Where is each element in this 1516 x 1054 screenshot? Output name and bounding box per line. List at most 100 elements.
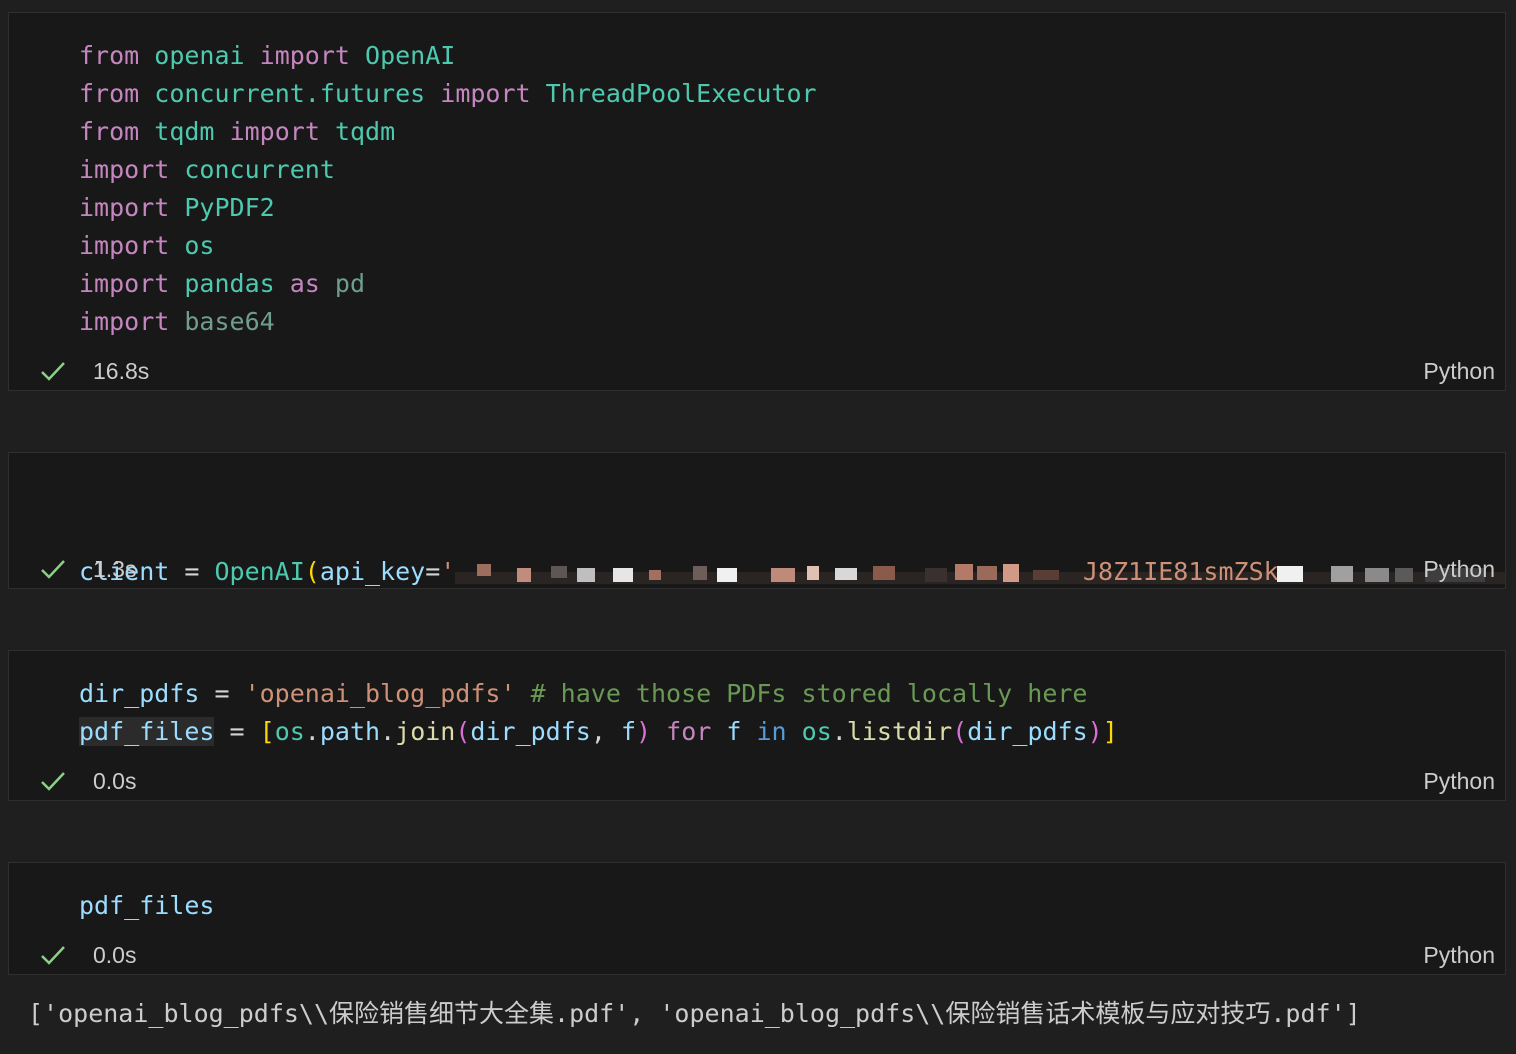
code-line: pdf_files	[79, 887, 1505, 925]
code-token: PyPDF2	[184, 193, 275, 222]
cell-1-language[interactable]: Python	[1423, 356, 1495, 386]
code-token: os	[274, 717, 305, 746]
code-token: .	[831, 717, 847, 746]
cell-1-code[interactable]: from openai import OpenAI from concurrent…	[79, 37, 1505, 341]
code-token: import	[229, 117, 320, 146]
check-icon	[41, 362, 65, 381]
cell-1-status: 16.8s	[39, 356, 149, 386]
code-token: dir_pdfs	[967, 717, 1088, 746]
code-token: os	[184, 231, 215, 260]
code-token: # have those PDFs stored locally here	[530, 679, 1088, 708]
code-line: from concurrent.futures import ThreadPoo…	[79, 75, 1505, 113]
code-token: f	[726, 717, 742, 746]
code-token: api_key	[319, 557, 426, 586]
code-token: )	[1087, 717, 1103, 746]
code-line: from openai import OpenAI	[79, 37, 1505, 75]
code-token: for	[666, 717, 712, 746]
code-token: from	[79, 41, 140, 70]
code-token: join	[395, 717, 456, 746]
cell-3-language[interactable]: Python	[1423, 766, 1495, 796]
code-token: pd	[334, 269, 366, 298]
cell-2-code[interactable]: client = OpenAI(api_key=' J8Z1IE81smZSk	[79, 477, 1505, 667]
code-token: dir_pdfs	[79, 679, 200, 708]
check-icon	[41, 560, 65, 579]
code-token: path	[319, 717, 381, 746]
code-token: (	[304, 557, 320, 586]
code-line: import concurrent	[79, 151, 1505, 189]
code-token: import	[79, 231, 170, 260]
code-line: import os	[79, 227, 1505, 265]
code-line: from tqdm import tqdm	[79, 113, 1505, 151]
code-token: f	[620, 717, 637, 746]
code-cell-3[interactable]: dir_pdfs = 'openai_blog_pdfs' # have tho…	[8, 650, 1506, 801]
code-token: )	[636, 717, 652, 746]
cell-4-code[interactable]: pdf_files	[79, 887, 1505, 925]
code-token: =	[425, 557, 441, 586]
code-cell-1[interactable]: from openai import OpenAI from concurrent…	[8, 12, 1506, 391]
code-token: (	[455, 717, 471, 746]
code-token: OpenAI	[214, 557, 305, 586]
code-token: as	[289, 269, 320, 298]
cell-3-execution-time: 0.0s	[93, 767, 137, 794]
code-token: pandas	[184, 269, 275, 298]
code-token: concurrent.futures	[154, 79, 426, 108]
code-token: ThreadPoolExecutor	[545, 79, 817, 108]
code-token: import	[79, 193, 170, 222]
code-cell-4[interactable]: pdf_files 0.0s Python	[8, 862, 1506, 975]
cell-4-execution-time: 0.0s	[93, 941, 137, 968]
cell-2-language[interactable]: Python	[1423, 554, 1495, 584]
code-token: (	[952, 717, 968, 746]
code-token: =	[214, 717, 260, 746]
code-cell-2[interactable]: client = OpenAI(api_key=' J8Z1IE81smZSk …	[8, 452, 1506, 589]
check-icon	[41, 772, 65, 791]
code-token: import	[79, 155, 170, 184]
code-token: .	[304, 717, 320, 746]
cell-4-language[interactable]: Python	[1423, 940, 1495, 970]
code-line: client = OpenAI(api_key=' J8Z1IE81smZSk	[79, 553, 1505, 591]
code-token: in	[756, 717, 787, 746]
cell-3-code[interactable]: dir_pdfs = 'openai_blog_pdfs' # have tho…	[79, 675, 1505, 751]
code-token: ,	[590, 717, 621, 746]
svg-text:J8Z1IE81smZSk: J8Z1IE81smZSk	[1083, 558, 1279, 586]
cell-4-status: 0.0s	[39, 940, 136, 970]
code-token: import	[79, 269, 170, 298]
code-token: import	[440, 79, 531, 108]
code-token: os	[801, 717, 832, 746]
code-token: OpenAI	[365, 41, 456, 70]
code-token: =	[199, 679, 245, 708]
code-token: '	[440, 557, 456, 586]
code-line: dir_pdfs = 'openai_blog_pdfs' # have tho…	[79, 675, 1505, 713]
code-token: tqdm	[334, 117, 396, 146]
code-token: 'openai_blog_pdfs'	[244, 679, 516, 708]
redacted-api-key: J8Z1IE81smZSk	[455, 558, 1505, 588]
code-token: from	[79, 79, 140, 108]
code-token: pdf_files	[79, 717, 215, 746]
code-line: import base64	[79, 303, 1505, 341]
code-token: ]	[1102, 717, 1118, 746]
code-token: base64	[184, 307, 275, 336]
code-token: concurrent	[184, 155, 335, 184]
code-token: import	[79, 307, 170, 336]
code-token: openai	[154, 41, 245, 70]
code-line: pdf_files = [os.path.join(dir_pdfs, f) f…	[79, 713, 1505, 751]
code-token: tqdm	[154, 117, 215, 146]
